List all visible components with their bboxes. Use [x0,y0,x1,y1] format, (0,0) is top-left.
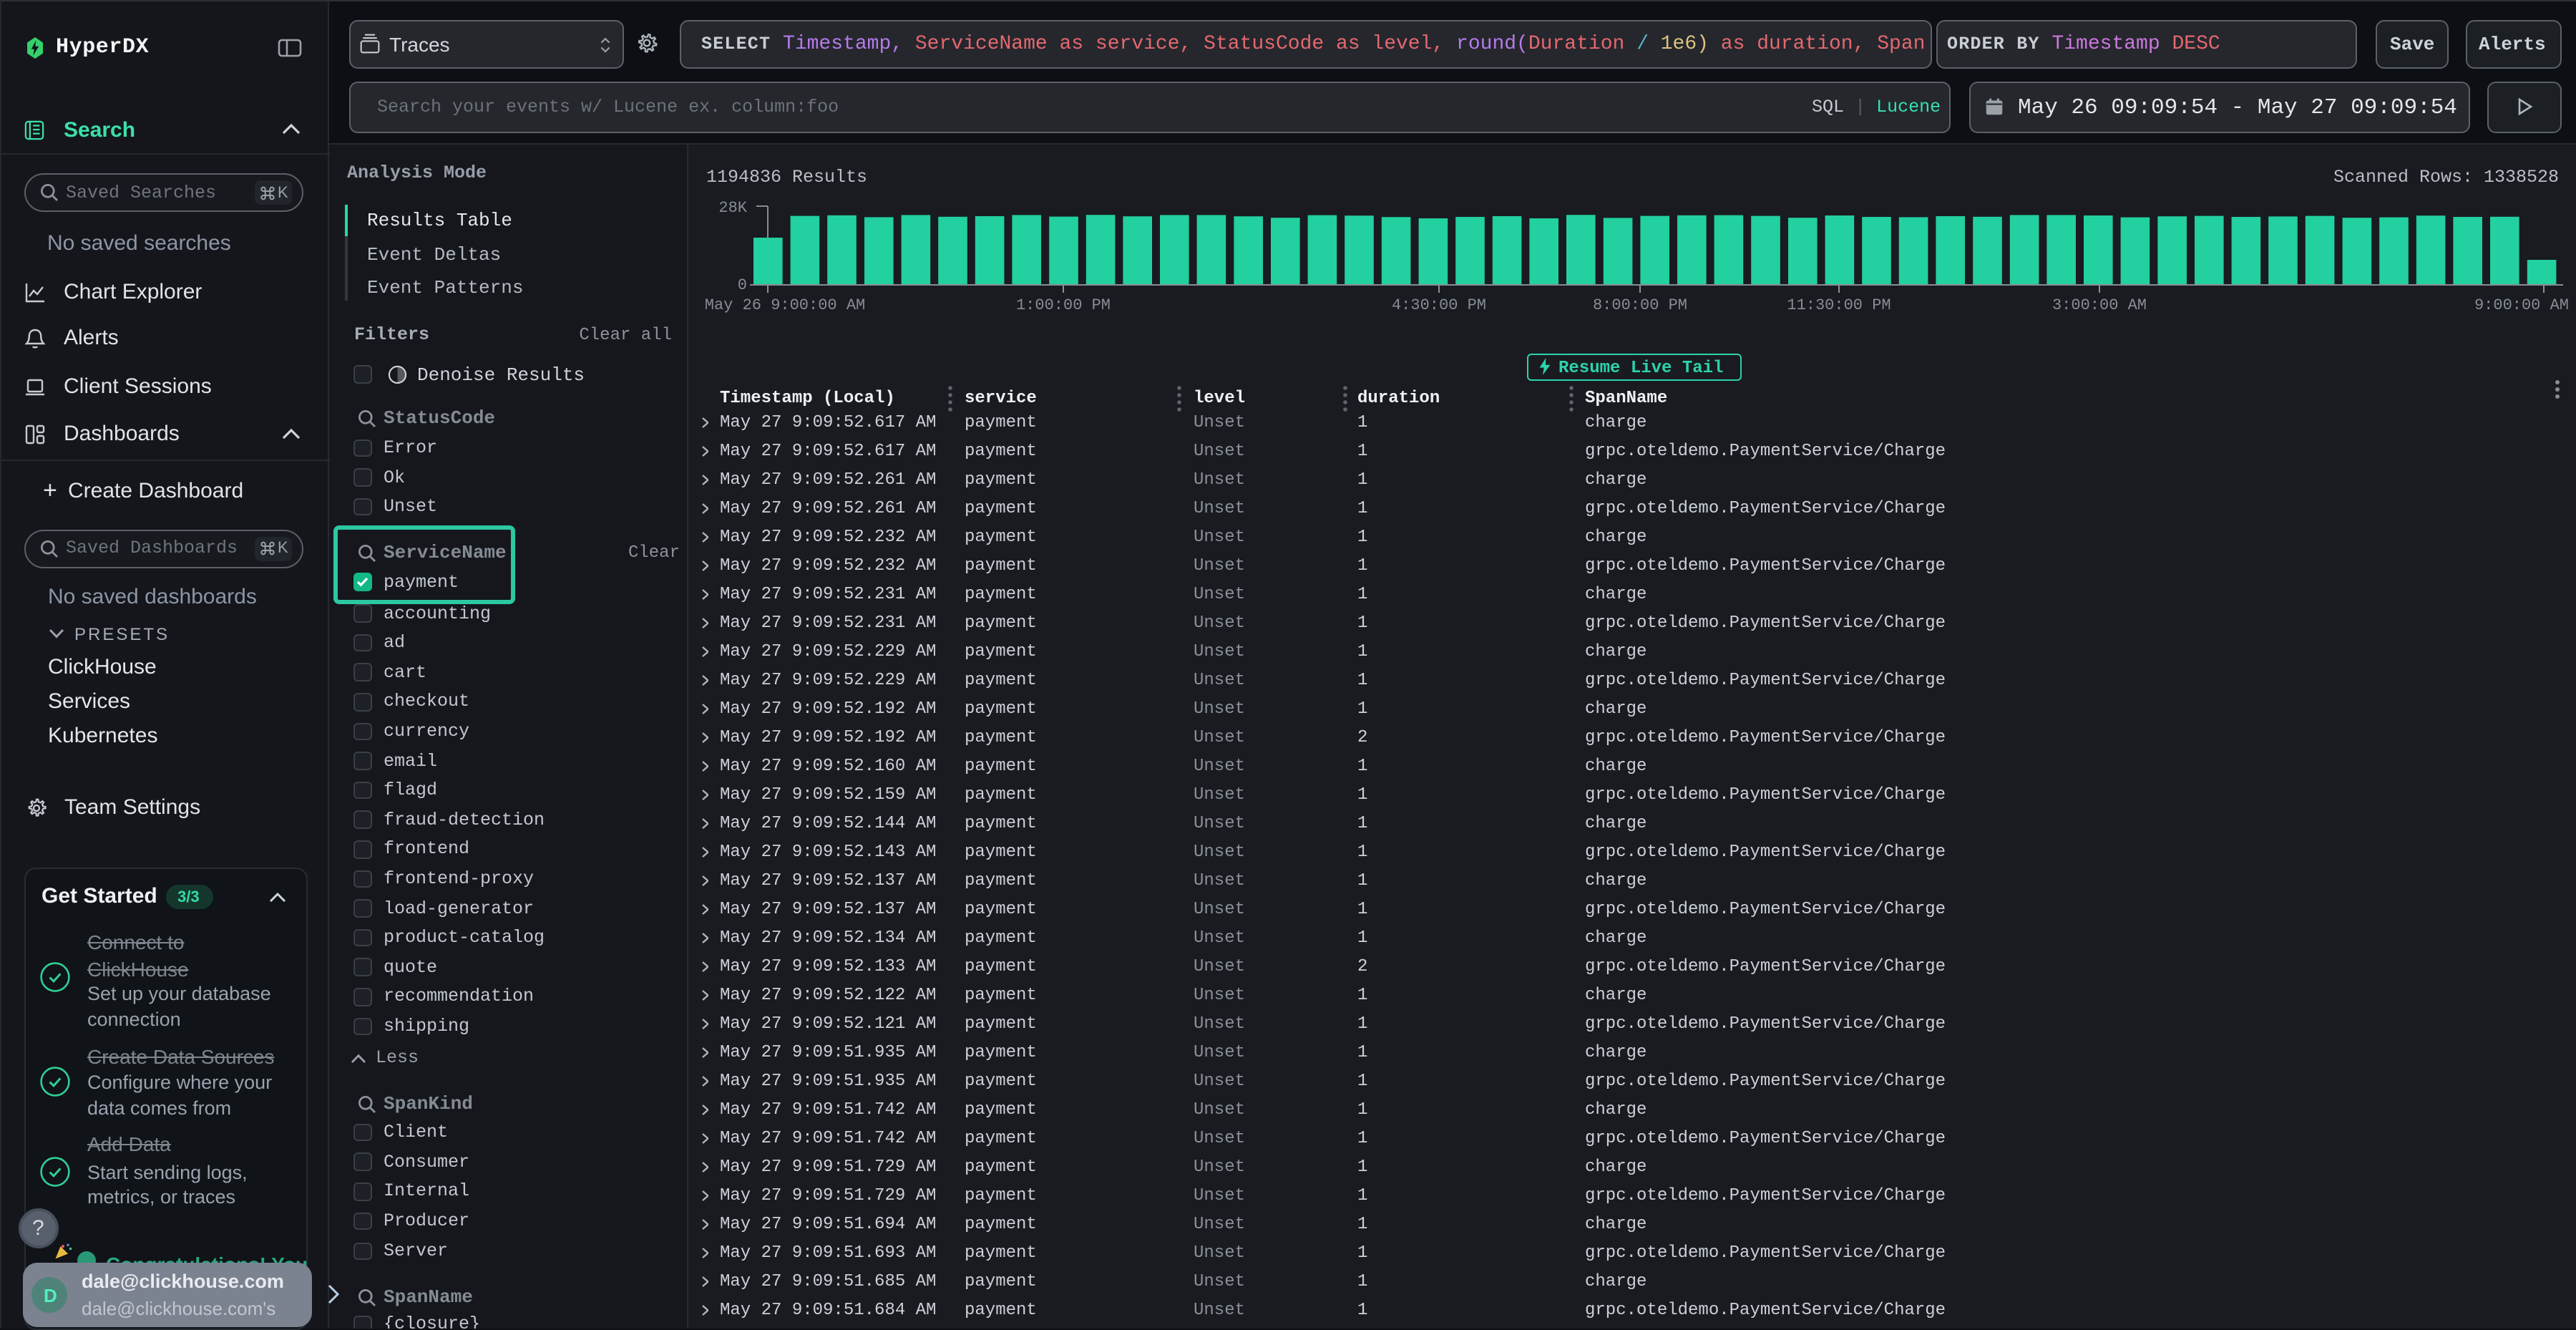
svg-text:0: 0 [738,276,747,294]
svg-text:May 26 9:00:00 AM: May 26 9:00:00 AM [705,296,865,314]
svg-text:28K: 28K [718,199,747,217]
svg-text:9:00:00 AM: 9:00:00 AM [2474,296,2569,314]
svg-text:4:30:00 PM: 4:30:00 PM [1392,296,1486,314]
svg-text:11:30:00 PM: 11:30:00 PM [1787,296,1890,314]
svg-text:1:00:00 PM: 1:00:00 PM [1016,296,1111,314]
svg-text:8:00:00 PM: 8:00:00 PM [1593,296,1687,314]
svg-text:3:00:00 AM: 3:00:00 AM [2052,296,2147,314]
